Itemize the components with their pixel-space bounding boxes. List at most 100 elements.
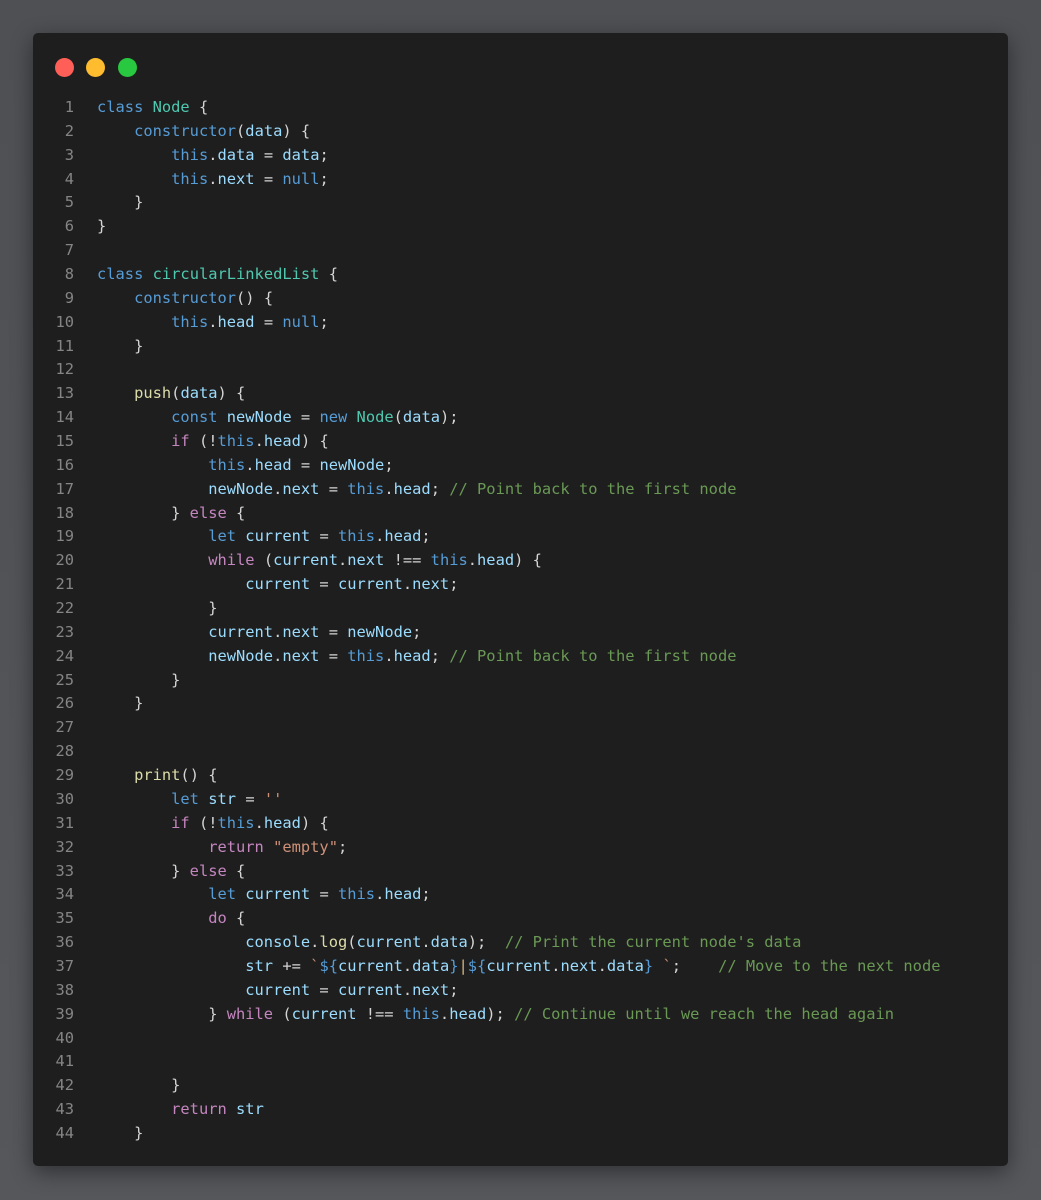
maximize-window-dot-icon[interactable]: [118, 58, 137, 77]
code-token: .: [421, 933, 431, 952]
code-token: (: [393, 408, 403, 427]
code-token: current: [337, 575, 403, 594]
line-source: }: [97, 191, 143, 215]
code-token: .: [439, 1004, 450, 1023]
line-number: 31: [55, 813, 74, 832]
code-line: 22 }: [33, 597, 1008, 621]
code-token: else: [189, 861, 227, 880]
code-token: );: [486, 1004, 515, 1023]
line-source: }: [97, 597, 217, 621]
code-line: 15 if (!this.head) {: [33, 430, 1008, 454]
code-token: =: [310, 885, 338, 904]
code-token: this: [402, 1004, 440, 1023]
code-token: this: [208, 455, 246, 474]
code-token: head: [393, 646, 431, 665]
line-number: 40: [55, 1028, 74, 1047]
code-token: newNode: [226, 408, 292, 427]
code-token: head: [217, 312, 255, 331]
line-source: newNode.next = this.head; // Point back …: [97, 645, 736, 669]
code-token: circularLinkedList: [152, 265, 320, 284]
code-token: this: [217, 813, 255, 832]
code-token: // Print the current node's data: [504, 933, 802, 952]
code-line: 33 } else {: [33, 860, 1008, 884]
line-number: 8: [64, 265, 74, 284]
line-number: 17: [55, 479, 74, 498]
line-number: 27: [55, 718, 74, 737]
code-token: .: [254, 432, 264, 451]
code-token: {: [189, 98, 209, 116]
code-token: .: [337, 551, 348, 570]
code-token: ;: [421, 885, 431, 904]
code-token: str: [245, 956, 274, 975]
line-source: push(data) {: [97, 382, 245, 406]
code-line: 26 }: [33, 692, 1008, 716]
line-source: do {: [97, 907, 245, 931]
code-token: data: [245, 121, 283, 140]
code-token: =: [254, 312, 283, 331]
line-number: 7: [64, 241, 74, 260]
line-source: constructor() {: [97, 287, 273, 311]
line-source: this.data = data;: [97, 144, 329, 168]
line-number: 38: [55, 980, 74, 999]
code-token: ;: [319, 169, 329, 188]
code-line: 38 current = current.next;: [33, 979, 1008, 1003]
code-line: 27: [33, 716, 1008, 740]
code-token: let: [171, 789, 199, 808]
code-token: .: [375, 527, 385, 546]
minimize-window-dot-icon[interactable]: [86, 58, 105, 77]
code-token: current: [273, 551, 338, 570]
code-token: }: [97, 193, 144, 212]
code-token: current: [245, 575, 311, 594]
code-line: 37 str += `${current.data}|${current.nex…: [33, 955, 1008, 979]
code-editor[interactable]: 1 class Node {2 constructor(data) {3 this…: [33, 96, 1008, 1146]
code-token: }: [449, 956, 459, 975]
code-token: data: [282, 145, 320, 164]
line-source: if (!this.head) {: [97, 430, 329, 454]
code-line: 29 print() {: [33, 764, 1008, 788]
code-token: // Point back to the first node: [449, 479, 737, 498]
code-token: ;: [337, 837, 348, 856]
line-source: current.next = newNode;: [97, 621, 421, 645]
line-source: }: [97, 1122, 143, 1146]
code-token: }: [97, 694, 144, 713]
code-token: }: [97, 670, 181, 689]
code-token: do: [208, 909, 227, 928]
line-source: const newNode = new Node(data);: [97, 406, 458, 430]
code-token: ) {: [217, 384, 246, 403]
code-token: if: [171, 813, 190, 832]
code-token: current: [245, 527, 311, 546]
line-number: 2: [64, 121, 74, 140]
code-token: this: [347, 646, 385, 665]
line-source: this.head = newNode;: [97, 454, 393, 478]
code-token: current: [291, 1004, 357, 1023]
code-token: =: [310, 527, 338, 546]
code-token: }: [643, 956, 654, 975]
line-number: 11: [55, 336, 74, 355]
code-token: .: [273, 479, 283, 498]
line-source: print() {: [97, 764, 217, 788]
code-line: 31 if (!this.head) {: [33, 812, 1008, 836]
line-number: 36: [55, 933, 74, 952]
code-line: 4 this.next = null;: [33, 168, 1008, 192]
code-token: log: [319, 933, 348, 952]
close-window-dot-icon[interactable]: [55, 58, 74, 77]
code-line: 6}: [33, 215, 1008, 239]
code-token: str: [208, 789, 237, 808]
line-number: 29: [55, 766, 74, 785]
code-token: class: [97, 265, 144, 284]
code-token: this: [217, 432, 255, 451]
code-token: current: [245, 980, 311, 999]
code-token: (: [347, 933, 357, 952]
